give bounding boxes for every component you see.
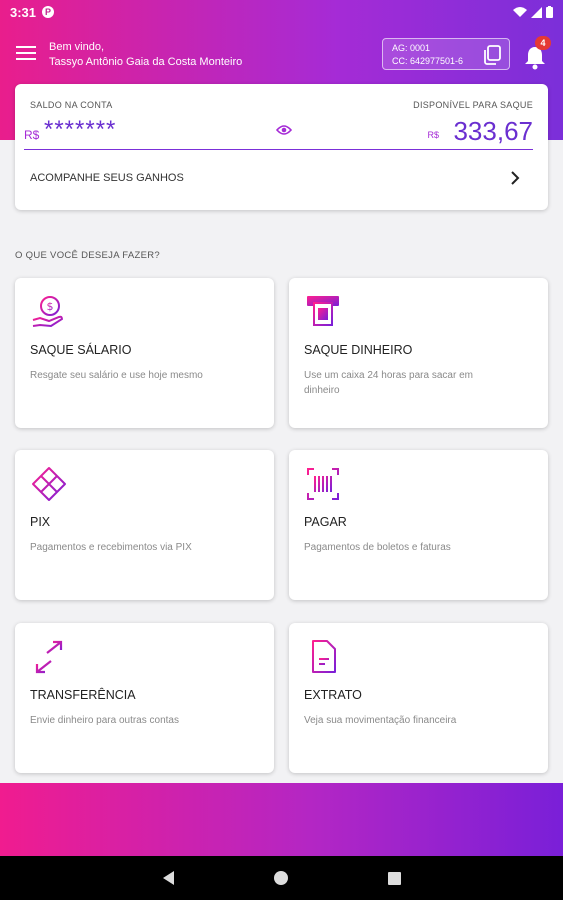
action-card-pix[interactable]: PIX Pagamentos e recebimentos via PIX bbox=[15, 450, 274, 600]
action-title: EXTRATO bbox=[304, 688, 362, 702]
user-name: Tassyo Antônio Gaia da Costa Monteiro bbox=[49, 56, 243, 68]
transfer-icon bbox=[35, 640, 63, 674]
salary-withdraw-icon: $ bbox=[32, 296, 64, 328]
app-notification-icon: P bbox=[42, 6, 55, 18]
app-bar: Bem vindo, Tassyo Antônio Gaia da Costa … bbox=[0, 36, 563, 76]
action-card-saque-salario[interactable]: $ SAQUE SÁLARIO Resgate seu salário e us… bbox=[15, 278, 274, 428]
section-title: O QUE VOCÊ DESEJA FAZER? bbox=[15, 250, 160, 261]
action-title: TRANSFERÊNCIA bbox=[30, 688, 136, 702]
action-description: Resgate seu salário e use hoje mesmo bbox=[30, 370, 203, 381]
welcome-text: Bem vindo, bbox=[49, 41, 105, 53]
recent-apps-icon[interactable] bbox=[387, 871, 401, 885]
status-bar: 3:31 P bbox=[0, 0, 563, 24]
available-currency: R$ bbox=[427, 130, 439, 140]
copy-icon bbox=[484, 45, 501, 65]
earnings-link[interactable]: ACOMPANHE SEUS GANHOS bbox=[15, 164, 548, 194]
atm-icon bbox=[307, 296, 339, 326]
status-time: 3:31 bbox=[10, 4, 37, 20]
available-amount: 333,67 bbox=[453, 116, 533, 146]
home-icon[interactable] bbox=[273, 871, 288, 885]
action-title: SAQUE SÁLARIO bbox=[30, 343, 132, 357]
balance-currency: R$ bbox=[24, 128, 40, 142]
action-title: PAGAR bbox=[304, 515, 347, 529]
balance-card: SALDO NA CONTA DISPONÍVEL PARA SAQUE R$ … bbox=[15, 84, 548, 210]
action-card-saque-dinheiro[interactable]: SAQUE DINHEIRO Use um caixa 24 horas par… bbox=[289, 278, 548, 428]
masked-balance: ******* bbox=[44, 116, 117, 143]
action-description: Veja sua movimentação financeira bbox=[304, 715, 457, 726]
battery-icon bbox=[546, 6, 553, 18]
wifi-icon bbox=[513, 6, 527, 17]
action-card-pagar[interactable]: PAGAR Pagamentos de boletos e faturas bbox=[289, 450, 548, 600]
action-description: Envie dinheiro para outras contas bbox=[30, 715, 179, 726]
chevron-right-icon bbox=[511, 171, 520, 185]
account-info-button[interactable]: AG: 0001 CC: 642977501-6 bbox=[382, 38, 510, 70]
balance-label: SALDO NA CONTA bbox=[30, 100, 113, 110]
pix-icon bbox=[32, 467, 66, 501]
balance-row: R$ ******* R$ 333,67 bbox=[24, 114, 533, 150]
statement-icon bbox=[312, 640, 336, 673]
system-navigation-bar bbox=[0, 856, 563, 900]
eye-icon[interactable] bbox=[276, 124, 292, 136]
action-title: SAQUE DINHEIRO bbox=[304, 343, 413, 357]
menu-icon[interactable] bbox=[16, 46, 36, 64]
signal-icon bbox=[531, 6, 542, 18]
action-description: Use um caixa 24 horas para sacar em dinh… bbox=[304, 370, 473, 396]
earnings-label: ACOMPANHE SEUS GANHOS bbox=[30, 172, 184, 184]
status-icons bbox=[513, 6, 553, 18]
bottom-gradient-bar bbox=[0, 783, 563, 856]
barcode-icon bbox=[307, 468, 339, 500]
action-description: Pagamentos e recebimentos via PIX bbox=[30, 542, 192, 553]
action-description: Pagamentos de boletos e faturas bbox=[304, 542, 451, 553]
action-card-transferencia[interactable]: TRANSFERÊNCIA Envie dinheiro para outras… bbox=[15, 623, 274, 773]
back-icon[interactable] bbox=[162, 871, 174, 885]
available-label: DISPONÍVEL PARA SAQUE bbox=[413, 100, 533, 110]
welcome-block: Bem vindo, Tassyo Antônio Gaia da Costa … bbox=[49, 40, 242, 70]
notifications-button[interactable]: 4 bbox=[523, 36, 551, 70]
notification-badge: 4 bbox=[535, 36, 551, 50]
action-title: PIX bbox=[30, 515, 51, 529]
svg-text:$: $ bbox=[47, 300, 54, 313]
action-card-extrato[interactable]: EXTRATO Veja sua movimentação financeira bbox=[289, 623, 548, 773]
